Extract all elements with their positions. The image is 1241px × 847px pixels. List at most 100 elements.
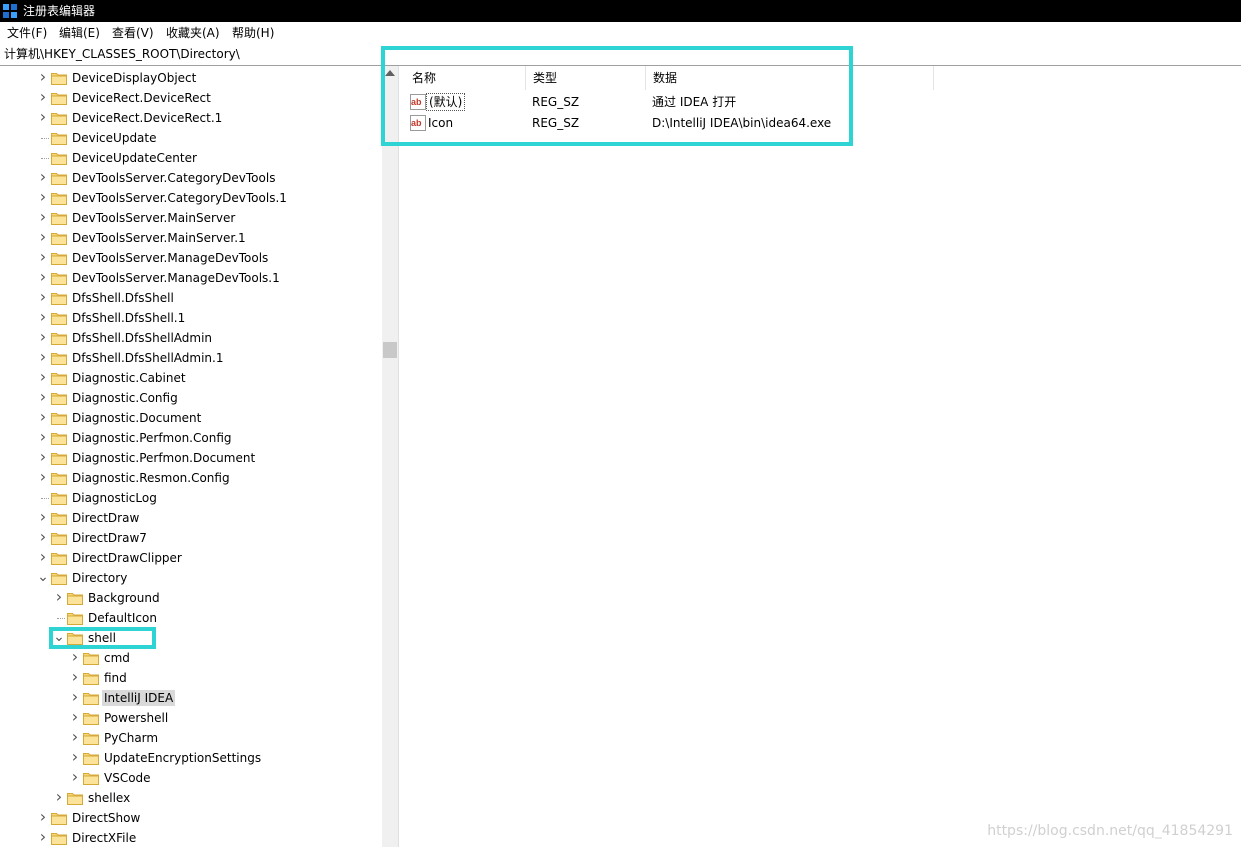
tree-item[interactable]: › Diagnostic.Config: [0, 388, 382, 408]
tree-item[interactable]: › VSCode: [0, 768, 382, 788]
tree-item[interactable]: › DirectDraw7: [0, 528, 382, 548]
chevron-right-icon[interactable]: ›: [37, 269, 49, 285]
chevron-right-icon[interactable]: ›: [53, 589, 65, 605]
chevron-right-icon[interactable]: ›: [69, 669, 81, 685]
tree-item[interactable]: › Powershell: [0, 708, 382, 728]
menu-edit[interactable]: 编辑(E): [59, 26, 100, 40]
tree-item[interactable]: › Diagnostic.Cabinet: [0, 368, 382, 388]
chevron-right-icon[interactable]: ›: [37, 829, 49, 845]
menu-help[interactable]: 帮助(H): [232, 26, 274, 40]
tree-item-label: DfsShell.DfsShell.1: [72, 311, 186, 325]
tree-item-label: DeviceUpdateCenter: [72, 151, 197, 165]
chevron-right-icon[interactable]: ›: [69, 729, 81, 745]
tree-item[interactable]: › DfsShell.DfsShellAdmin: [0, 328, 382, 348]
tree-item[interactable]: › DirectShow: [0, 808, 382, 828]
tree-item-label: find: [104, 671, 127, 685]
chevron-right-icon[interactable]: ›: [69, 749, 81, 765]
folder-icon: [51, 153, 67, 165]
tree-item[interactable]: › DevToolsServer.CategoryDevTools: [0, 168, 382, 188]
chevron-right-icon[interactable]: ›: [37, 109, 49, 125]
chevron-right-icon[interactable]: ›: [37, 409, 49, 425]
chevron-right-icon[interactable]: ›: [37, 529, 49, 545]
chevron-right-icon[interactable]: ›: [37, 389, 49, 405]
chevron-right-icon[interactable]: ›: [37, 249, 49, 265]
tree-item-label: DefaultIcon: [88, 611, 157, 625]
tree-item[interactable]: › DevToolsServer.ManageDevTools.1: [0, 268, 382, 288]
chevron-right-icon[interactable]: ›: [37, 189, 49, 205]
chevron-right-icon[interactable]: ›: [37, 549, 49, 565]
tree-item[interactable]: › DirectDrawClipper: [0, 548, 382, 568]
folder-icon: [51, 173, 67, 185]
folder-icon: [51, 493, 67, 505]
chevron-right-icon[interactable]: ›: [69, 769, 81, 785]
chevron-right-icon[interactable]: ›: [37, 429, 49, 445]
chevron-right-icon[interactable]: ›: [37, 69, 49, 85]
tree-item-label: DfsShell.DfsShellAdmin: [72, 331, 213, 345]
chevron-right-icon[interactable]: ›: [37, 469, 49, 485]
chevron-right-icon[interactable]: ›: [53, 789, 65, 805]
folder-icon: [51, 273, 67, 285]
chevron-right-icon[interactable]: ›: [37, 309, 49, 325]
tree-item[interactable]: › DeviceDisplayObject: [0, 68, 382, 88]
tree-item[interactable]: DeviceUpdate: [0, 128, 382, 148]
tree-item[interactable]: › DeviceRect.DeviceRect: [0, 88, 382, 108]
chevron-right-icon[interactable]: ›: [37, 349, 49, 365]
tree-item[interactable]: › DevToolsServer.MainServer.1: [0, 228, 382, 248]
chevron-right-icon[interactable]: ›: [37, 209, 49, 225]
folder-icon: [67, 793, 83, 805]
chevron-right-icon[interactable]: ›: [37, 809, 49, 825]
tree-item[interactable]: DefaultIcon: [0, 608, 382, 628]
chevron-right-icon[interactable]: ›: [37, 329, 49, 345]
tree-item[interactable]: DeviceUpdateCenter: [0, 148, 382, 168]
tree-item[interactable]: › find: [0, 668, 382, 688]
chevron-right-icon[interactable]: ›: [37, 89, 49, 105]
tree-item-label: DevToolsServer.MainServer: [72, 211, 236, 225]
tree-item[interactable]: › cmd: [0, 648, 382, 668]
tree-item[interactable]: › DevToolsServer.MainServer: [0, 208, 382, 228]
chevron-down-icon[interactable]: ⌄: [37, 570, 49, 584]
tree-item[interactable]: › DfsShell.DfsShell.1: [0, 308, 382, 328]
scroll-thumb[interactable]: [383, 342, 397, 358]
tree-item-label: DfsShell.DfsShellAdmin.1: [72, 351, 224, 365]
chevron-right-icon[interactable]: ›: [69, 689, 81, 705]
tree-item[interactable]: › DevToolsServer.CategoryDevTools.1: [0, 188, 382, 208]
tree-item[interactable]: › UpdateEncryptionSettings: [0, 748, 382, 768]
menu-favorites[interactable]: 收藏夹(A): [166, 26, 220, 40]
tree-item[interactable]: ⌄ Directory: [0, 568, 382, 588]
tree-item[interactable]: › IntelliJ IDEA: [0, 688, 382, 708]
tree-item[interactable]: › Background: [0, 588, 382, 608]
chevron-right-icon[interactable]: ›: [37, 169, 49, 185]
tree-item-label: VSCode: [104, 771, 151, 785]
folder-icon: [83, 733, 99, 745]
chevron-right-icon[interactable]: ›: [37, 449, 49, 465]
tree-item[interactable]: › Diagnostic.Perfmon.Config: [0, 428, 382, 448]
chevron-right-icon[interactable]: ›: [37, 369, 49, 385]
tree-item-label: DirectXFile: [72, 831, 137, 845]
chevron-right-icon[interactable]: ›: [37, 509, 49, 525]
chevron-right-icon[interactable]: ›: [69, 649, 81, 665]
tree-item[interactable]: › DfsShell.DfsShellAdmin.1: [0, 348, 382, 368]
tree-item[interactable]: › DeviceRect.DeviceRect.1: [0, 108, 382, 128]
menu-file[interactable]: 文件(F): [7, 26, 47, 40]
address-path[interactable]: 计算机\HKEY_CLASSES_ROOT\Directory\: [4, 47, 240, 61]
tree-item[interactable]: › DirectDraw: [0, 508, 382, 528]
tree-item[interactable]: › PyCharm: [0, 728, 382, 748]
tree-item[interactable]: › Diagnostic.Perfmon.Document: [0, 448, 382, 468]
tree-item[interactable]: › shellex: [0, 788, 382, 808]
tree-item[interactable]: › DfsShell.DfsShell: [0, 288, 382, 308]
folder-icon: [51, 353, 67, 365]
folder-icon: [51, 113, 67, 125]
chevron-right-icon[interactable]: ›: [69, 709, 81, 725]
tree-item[interactable]: › DirectXFile: [0, 828, 382, 847]
tree-item[interactable]: DiagnosticLog: [0, 488, 382, 508]
tree-item[interactable]: › Diagnostic.Resmon.Config: [0, 468, 382, 488]
tree-scrollbar[interactable]: [382, 66, 398, 847]
chevron-right-icon[interactable]: ›: [37, 229, 49, 245]
chevron-right-icon[interactable]: ›: [37, 289, 49, 305]
tree-item[interactable]: › DevToolsServer.ManageDevTools: [0, 248, 382, 268]
menu-view[interactable]: 查看(V): [112, 26, 154, 40]
folder-icon: [51, 393, 67, 405]
folder-icon: [51, 213, 67, 225]
tree-item[interactable]: › Diagnostic.Document: [0, 408, 382, 428]
folder-icon: [51, 433, 67, 445]
